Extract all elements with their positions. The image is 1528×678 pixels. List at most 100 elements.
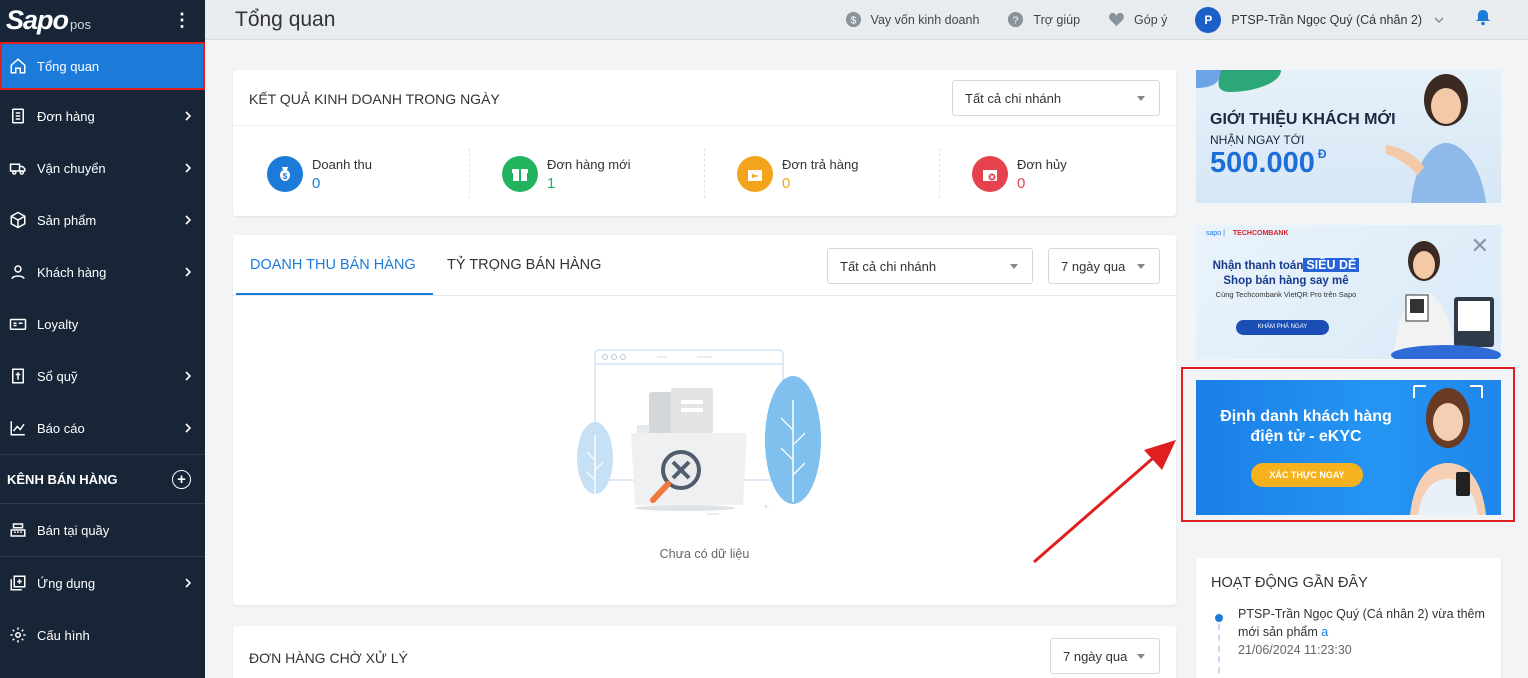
top-header: Tổng quan $ Vay vốn kinh doanh ? Trợ giú… [205,0,1528,40]
recent-activity-card: HOẠT ĐỘNG GẦN ĐÂY PTSP-Trần Ngọc Quý (Cá… [1196,558,1501,678]
annotation-arrow [1033,440,1176,564]
svg-text:$: $ [850,15,856,26]
business-loan-label: Vay vốn kinh doanh [870,12,980,27]
chevron-right-icon [185,215,192,225]
kpi-separator [469,148,470,198]
tab-sales-proportion[interactable]: TỶ TRỌNG BÁN HÀNG [447,257,601,273]
caret-down-icon [1010,264,1018,269]
user-name[interactable]: PTSP-Trần Ngọc Quý (Cá nhân 2) [1231,13,1422,27]
help-link[interactable]: ? Trợ giúp [1007,11,1080,28]
kpi-row: $ Doanh thu 0 Đơn hàng mới 1 Đơn trả hàn [233,126,1176,216]
techcombank-line1-pre: Nhận thanh toán [1212,260,1304,272]
kpi-new-orders-value: 1 [547,174,556,192]
chart-period-select-value: 7 ngày qua [1061,258,1126,274]
sidebar-item-van-chuyen[interactable]: Vận chuyển [0,142,205,194]
sidebar-item-label: Báo cáo [37,420,85,436]
daily-results-title: KẾT QUẢ KINH DOANH TRONG NGÀY [249,91,500,107]
timeline-dot [1215,614,1223,622]
sidebar-item-label: Sổ quỹ [37,368,78,384]
woman-with-phone-illustration [1410,385,1486,515]
branch-select[interactable]: Tất cả chi nhánh [952,80,1160,116]
money-bag-icon: $ [267,156,303,192]
empty-data-illustration: + [577,349,821,515]
sidebar-item-cau-hinh[interactable]: Cấu hình [0,609,205,661]
sidebar-item-label: Loyalty [37,316,79,332]
verify-now-button[interactable]: XÁC THỰC NGAY [1251,463,1363,487]
techcombank-brand-text: TECHCOMBANK [1232,230,1289,237]
box-icon [7,209,29,231]
home-icon [7,55,29,77]
avatar[interactable]: P [1195,6,1222,33]
kpi-separator [704,148,705,198]
sidebar-item-don-hang[interactable]: Đơn hàng [0,90,205,142]
sidebar-item-san-pham[interactable]: Sản phẩm [0,194,205,246]
caret-down-icon [1137,654,1145,659]
ekyc-title-line1: Định danh khách hàng [1220,408,1392,425]
pending-period-select[interactable]: 7 ngày qua [1050,638,1160,674]
pending-orders-card: ĐƠN HÀNG CHỜ XỬ LÝ 7 ngày qua [233,626,1176,678]
chart-icon [7,417,29,439]
pending-orders-title: ĐƠN HÀNG CHỜ XỬ LÝ [249,650,408,666]
kpi-revenue-value: 0 [312,174,321,192]
bell-icon[interactable] [1474,8,1492,31]
tab-revenue[interactable]: DOANH THU BÁN HÀNG [250,257,416,273]
heart-icon [1108,11,1125,28]
referral-amount: 500.000 Đ [1210,147,1327,180]
logo-row: Sapo pos ⋮ [0,0,205,40]
chart-period-select[interactable]: 7 ngày qua [1048,248,1160,284]
ekyc-title-line2: điện tử - eKYC [1250,428,1362,445]
activity-item-description: PTSP-Trần Ngọc Quý (Cá nhân 2) vừa thêm … [1238,607,1485,639]
business-loan-link[interactable]: $ Vay vốn kinh doanh [845,11,980,28]
techcombank-banner[interactable]: sapo | TECHCOMBANK ✕ Nhận thanh toán SIÊU… [1196,225,1501,359]
gear-icon [7,624,29,646]
question-circle-icon: ? [1007,11,1024,28]
kebab-menu-icon[interactable]: ⋮ [169,10,195,31]
svg-text:$: $ [283,172,288,181]
referral-banner[interactable]: GIỚI THIỆU KHÁCH MỚI NHẬN NGAY TỚI 500.0… [1196,70,1501,203]
sapo-brand-text: sapo [1206,230,1222,237]
sidebar-item-ban-tai-quay[interactable]: Bán tại quầy [0,504,205,556]
kpi-new-orders[interactable]: Đơn hàng mới 1 [502,156,631,192]
sidebar-item-loyalty[interactable]: Loyalty [0,298,205,350]
chevron-right-icon [185,423,192,433]
feedback-link[interactable]: Góp ý [1108,11,1167,28]
chart-branch-select[interactable]: Tất cả chi nhánh [827,248,1033,284]
kpi-cancelled[interactable]: Đơn hủy 0 [972,156,1067,192]
kpi-new-orders-label: Đơn hàng mới [547,156,631,172]
svg-text:?: ? [1013,15,1019,26]
sidebar-item-khach-hang[interactable]: Khách hàng [0,246,205,298]
woman-with-qr-illustration [1391,241,1501,359]
sidebar-item-label: Vận chuyển [37,160,106,176]
user-icon [7,261,29,283]
sidebar-item-label: Bán tại quầy [37,522,110,538]
sidebar-item-label: Cấu hình [37,627,90,643]
chevron-right-icon [185,371,192,381]
sidebar: Sapo pos ⋮ Tổng quan Đơn hàng Vận chuyển… [0,0,205,678]
svg-text:+: + [763,502,769,513]
chevron-right-icon [185,163,192,173]
sidebar-item-ung-dung[interactable]: Ứng dụng [0,557,205,609]
chart-branch-select-value: Tất cả chi nhánh [840,258,937,274]
sidebar-item-bao-cao[interactable]: Báo cáo [0,402,205,454]
techcombank-brand: sapo | TECHCOMBANK [1206,230,1289,237]
ekyc-banner[interactable]: Định danh khách hàng điện tử - eKYC XÁC … [1196,380,1501,515]
chevron-down-icon[interactable] [1434,15,1444,25]
channel-section-header: KÊNH BÁN HÀNG + [0,454,205,504]
chevron-right-icon [185,267,192,277]
logo-text: Sapo [6,4,69,35]
explore-now-button[interactable]: KHÁM PHÁ NGAY [1236,320,1329,335]
sidebar-item-tong-quan[interactable]: Tổng quan [0,42,205,90]
add-channel-icon[interactable]: + [172,469,191,489]
logo-sub-text: pos [70,16,91,32]
kpi-cancelled-value: 0 [1017,174,1026,192]
sidebar-item-so-quy[interactable]: Sổ quỹ [0,350,205,402]
kpi-returns[interactable]: Đơn trả hàng 0 [737,156,858,192]
sidebar-item-label: Ứng dụng [37,575,96,591]
activity-item-link[interactable]: a [1321,625,1328,639]
kpi-cancelled-label: Đơn hủy [1017,156,1067,172]
kpi-revenue[interactable]: $ Doanh thu 0 [267,156,372,192]
woman-pointing-illustration [1386,74,1486,203]
sapo-logo[interactable]: Sapo pos [6,5,91,36]
return-box-icon [737,156,773,192]
referral-subtitle: NHẬN NGAY TỚI [1210,133,1305,147]
